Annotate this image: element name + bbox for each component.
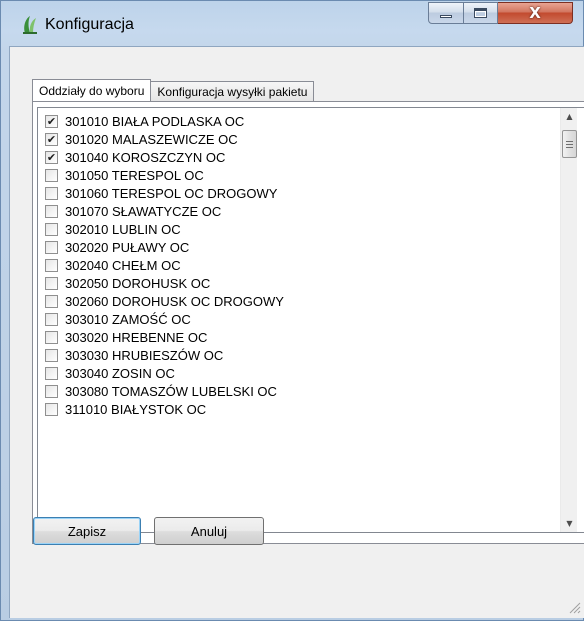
list-item-label: 303080 TOMASZÓW LUBELSKI OC	[65, 383, 277, 399]
list-item[interactable]: 301050 TERESPOL OC	[38, 166, 559, 184]
list-item[interactable]: 302050 DOROHUSK OC	[38, 274, 559, 292]
list-item-label: 311010 BIAŁYSTOK OC	[65, 401, 207, 417]
checked-listbox[interactable]: ✔ 301010 BIAŁA PODLASKA OC ✔ 301020 MALASZE…	[37, 107, 584, 533]
window-title: Konfiguracja	[45, 16, 134, 33]
checkbox[interactable]	[45, 222, 58, 236]
scroll-up-arrow-icon[interactable]: ▲	[561, 108, 578, 125]
list-item[interactable]: 303020 HREBENNE OC	[38, 328, 559, 346]
list-item-label: 302010 LUBLIN OC	[65, 221, 181, 237]
list-item[interactable]: 311010 BIAŁYSTOK OC	[38, 400, 559, 418]
scroll-down-arrow-icon[interactable]: ▼	[561, 515, 578, 532]
list-item[interactable]: 303080 TOMASZÓW LUBELSKI OC	[38, 382, 559, 400]
checkbox[interactable]: ✔	[45, 150, 58, 164]
checkmark-icon: ✔	[46, 114, 57, 128]
checkmark-icon: ✔	[46, 150, 57, 164]
list-item-label: 302040 CHEŁM OC	[65, 257, 181, 273]
close-icon: X	[529, 4, 541, 22]
list-item[interactable]: 302020 PUŁAWY OC	[38, 238, 559, 256]
checkbox[interactable]	[45, 366, 58, 380]
list-item[interactable]: 303030 HRUBIESZÓW OC	[38, 346, 559, 364]
tab-konfiguracja-wysylki-pakietu[interactable]: Konfiguracja wysyłki pakietu	[151, 81, 315, 102]
checkbox[interactable]	[45, 168, 58, 182]
list-item-label: 302020 PUŁAWY OC	[65, 239, 190, 255]
title-bar[interactable]: Konfiguracja X	[1, 1, 583, 43]
close-button[interactable]: X	[498, 2, 573, 24]
vertical-scrollbar[interactable]: ▲ ▼	[560, 108, 577, 532]
checkmark-icon: ✔	[46, 132, 57, 146]
list-item-label: 303030 HRUBIESZÓW OC	[65, 347, 224, 363]
list-item-label: 303040 ZOSIN OC	[65, 365, 175, 381]
list-item-label: 301050 TERESPOL OC	[65, 167, 204, 183]
checkbox[interactable]	[45, 312, 58, 326]
checkbox[interactable]	[45, 402, 58, 416]
scroll-thumb[interactable]	[562, 130, 577, 158]
checkbox[interactable]	[45, 186, 58, 200]
list-item-label: 301060 TERESPOL OC DROGOWY	[65, 185, 278, 201]
list-item[interactable]: 302060 DOROHUSK OC DROGOWY	[38, 292, 559, 310]
list-item[interactable]: ✔ 301020 MALASZEWICZE OC	[38, 130, 559, 148]
save-button[interactable]: Zapisz	[33, 517, 141, 545]
checkbox[interactable]	[45, 240, 58, 254]
list-item[interactable]: ✔ 301040 KOROSZCZYN OC	[38, 148, 559, 166]
configuration-window: Konfiguracja X Oddziały do wyboru Konfig…	[0, 0, 584, 621]
checkbox[interactable]: ✔	[45, 114, 58, 128]
checkbox[interactable]	[45, 384, 58, 398]
grip-line	[566, 140, 573, 142]
list-item-label: 302050 DOROHUSK OC	[65, 275, 211, 291]
maximize-button[interactable]	[464, 2, 498, 24]
list-item-label: 301020 MALASZEWICZE OC	[65, 131, 238, 147]
list-item-label: 302060 DOROHUSK OC DROGOWY	[65, 293, 284, 309]
list-items: ✔ 301010 BIAŁA PODLASKA OC ✔ 301020 MALASZE…	[38, 112, 559, 418]
checkbox[interactable]	[45, 258, 58, 272]
tab-oddzialy-do-wyboru[interactable]: Oddziały do wyboru	[32, 79, 152, 102]
resize-grip-icon[interactable]	[567, 600, 581, 614]
list-item-label: 303020 HREBENNE OC	[65, 329, 208, 345]
tab-strip: Oddziały do wyboru Konfiguracja wysyłki …	[32, 79, 315, 102]
checkbox[interactable]	[45, 204, 58, 218]
list-item[interactable]: 301060 TERESPOL OC DROGOWY	[38, 184, 559, 202]
list-item-label: 303010 ZAMOŚĆ OC	[65, 311, 191, 327]
checkbox[interactable]	[45, 294, 58, 308]
grip-line	[566, 146, 573, 148]
list-item[interactable]: 302010 LUBLIN OC	[38, 220, 559, 238]
tab-panel-oddzialy: ✔ 301010 BIAŁA PODLASKA OC ✔ 301020 MALASZE…	[32, 101, 584, 544]
checkbox[interactable]: ✔	[45, 132, 58, 146]
dialog-client-area: Oddziały do wyboru Konfiguracja wysyłki …	[9, 46, 584, 618]
checkbox[interactable]	[45, 276, 58, 290]
checkbox[interactable]	[45, 348, 58, 362]
list-item[interactable]: 303040 ZOSIN OC	[38, 364, 559, 382]
list-item[interactable]: 303010 ZAMOŚĆ OC	[38, 310, 559, 328]
list-item-label: 301010 BIAŁA PODLASKA OC	[65, 113, 245, 129]
app-logo-icon	[23, 16, 37, 34]
maximize-icon	[474, 8, 487, 18]
list-item[interactable]: 301070 SŁAWATYCZE OC	[38, 202, 559, 220]
checkbox[interactable]	[45, 330, 58, 344]
minimize-button[interactable]	[428, 2, 464, 24]
cancel-button[interactable]: Anuluj	[154, 517, 264, 545]
minimize-icon	[440, 14, 452, 18]
caption-buttons: X	[428, 2, 573, 24]
list-item[interactable]: ✔ 301010 BIAŁA PODLASKA OC	[38, 112, 559, 130]
grip-line	[566, 143, 573, 145]
list-item[interactable]: 302040 CHEŁM OC	[38, 256, 559, 274]
list-item-label: 301040 KOROSZCZYN OC	[65, 149, 226, 165]
list-item-label: 301070 SŁAWATYCZE OC	[65, 203, 222, 219]
